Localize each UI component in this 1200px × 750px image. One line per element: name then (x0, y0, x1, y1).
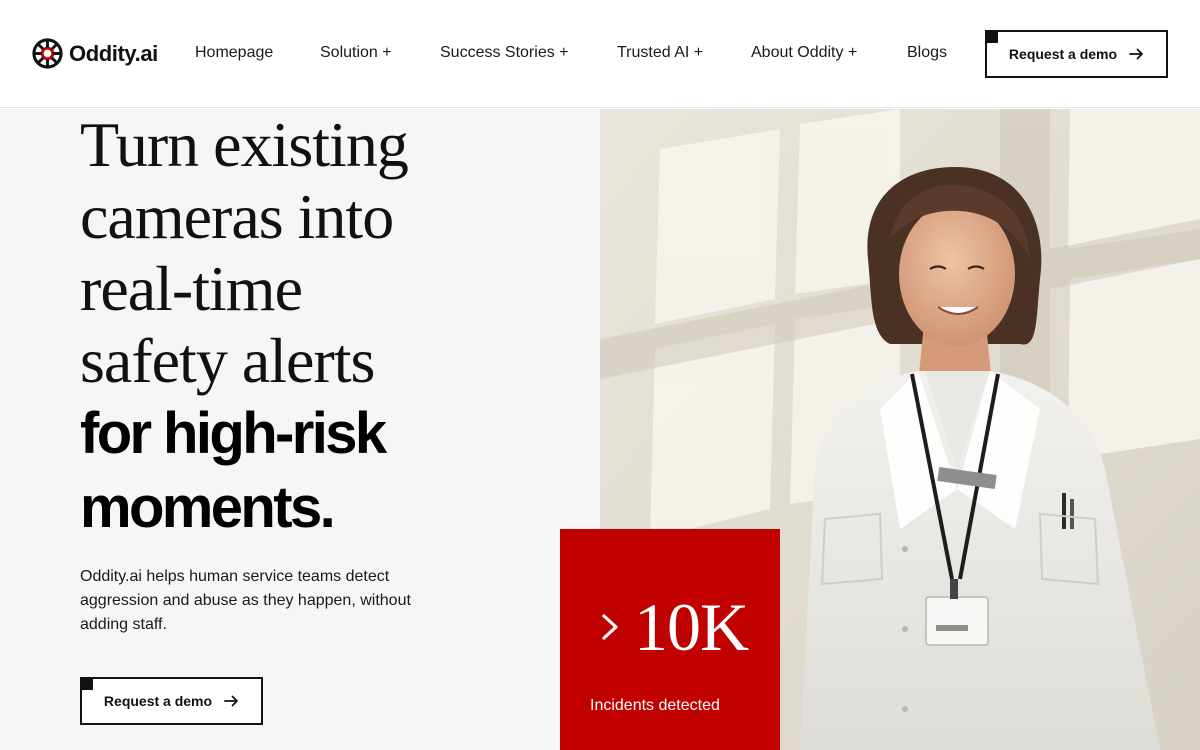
hero-request-demo-button[interactable]: Request a demo (80, 677, 263, 725)
stat-number: 10K (634, 589, 749, 665)
headline-line: cameras into (80, 181, 394, 252)
arrow-right-icon (224, 695, 238, 707)
arrow-right-icon (1129, 48, 1143, 60)
hero-request-demo-label: Request a demo (103, 693, 213, 709)
stat-label: Incidents detected (590, 697, 720, 714)
brand-name: Oddity.ai (69, 40, 158, 66)
headline-line: Turn existing (80, 109, 409, 180)
button-corner-accent (80, 677, 93, 690)
chevron-right-icon (602, 614, 618, 640)
header-request-demo-label: Request a demo (1008, 46, 1118, 62)
headline-line: real-time (80, 253, 303, 324)
nav-solution[interactable]: Solution + (320, 44, 392, 62)
hero-description: Oddity.ai helps human service teams dete… (80, 568, 411, 633)
nav-trusted-ai[interactable]: Trusted AI + (617, 44, 703, 62)
nav-homepage[interactable]: Homepage (195, 44, 273, 62)
headline-line: safety alerts (80, 325, 375, 396)
nav-success-stories[interactable]: Success Stories + (440, 44, 569, 62)
headline-bold-line: for high-risk (80, 401, 387, 466)
hero-headline: Turn existing cameras into real-time saf… (80, 109, 580, 545)
nav-blogs[interactable]: Blogs (907, 44, 947, 62)
header-request-demo-button[interactable]: Request a demo (985, 30, 1168, 78)
nav-about-oddity[interactable]: About Oddity + (751, 44, 857, 62)
site-header: Oddity.ai Homepage Solution + Success St… (0, 0, 1200, 108)
headline-bold-line: moments. (80, 475, 336, 540)
hero-section: Turn existing cameras into real-time saf… (0, 109, 600, 750)
aperture-logo-icon (32, 38, 63, 69)
brand-logo[interactable]: Oddity.ai (32, 38, 158, 69)
stat-value-row: 10K (600, 587, 749, 667)
button-corner-accent (985, 30, 998, 43)
incidents-stat-card: 10K Incidents detected (560, 529, 780, 750)
